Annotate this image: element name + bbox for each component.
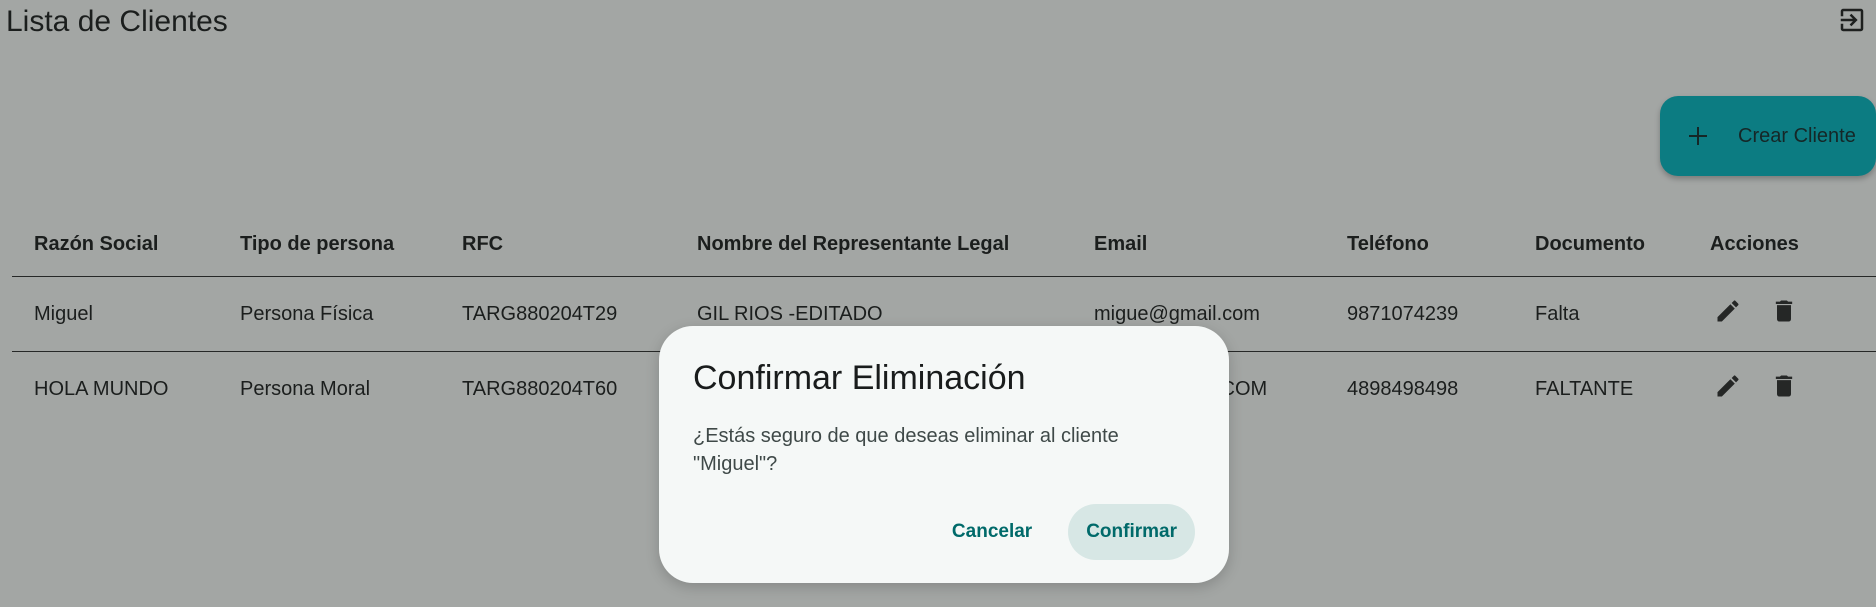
- dialog-message: ¿Estás seguro de que deseas eliminar al …: [693, 425, 1119, 475]
- confirm-delete-dialog: Confirmar Eliminación ¿Estás seguro de q…: [659, 326, 1229, 583]
- dialog-actions: Cancelar Confirmar: [928, 504, 1195, 560]
- dialog-title: Confirmar Eliminación: [693, 359, 1026, 397]
- confirm-button[interactable]: Confirmar: [1068, 504, 1195, 560]
- cancel-button[interactable]: Cancelar: [928, 504, 1056, 560]
